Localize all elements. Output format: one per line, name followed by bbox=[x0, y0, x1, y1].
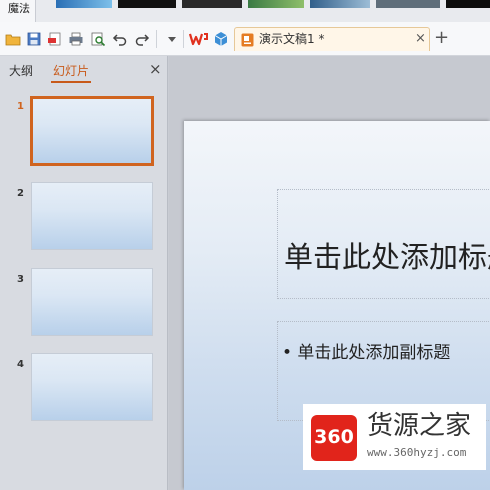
toolbar-separator bbox=[156, 30, 157, 48]
document-title: 演示文稿1 * bbox=[259, 32, 325, 46]
slide-number: 1 bbox=[17, 101, 24, 112]
document-tab[interactable]: 演示文稿1 * × bbox=[234, 27, 430, 51]
theme-thumbnail[interactable] bbox=[446, 0, 490, 8]
presentation-file-icon bbox=[241, 33, 254, 47]
save-icon[interactable] bbox=[24, 29, 44, 49]
slide-number: 3 bbox=[17, 274, 24, 285]
slide-panel: 大纲 幻灯片 × 1 2 3 4 bbox=[0, 56, 168, 490]
close-panel-icon[interactable]: × bbox=[149, 61, 162, 77]
slide-thumbnail[interactable] bbox=[31, 268, 153, 336]
undo-icon[interactable] bbox=[110, 29, 130, 49]
print-preview-icon[interactable] bbox=[88, 29, 108, 49]
new-tab-button[interactable]: + bbox=[434, 28, 449, 48]
cube-icon[interactable] bbox=[211, 29, 231, 49]
dropdown-icon[interactable] bbox=[162, 29, 182, 49]
site-watermark: 360 货源之家 www.360hyzj.com bbox=[303, 404, 486, 470]
theme-thumbnail[interactable] bbox=[182, 0, 242, 8]
slide-thumbnail[interactable] bbox=[30, 96, 154, 166]
export-pdf-icon[interactable] bbox=[45, 29, 65, 49]
ribbon-strip: 魔法 bbox=[0, 0, 490, 22]
theme-thumbnail[interactable] bbox=[56, 0, 112, 8]
subtitle-placeholder-text[interactable]: • 单击此处添加副标题 bbox=[282, 342, 450, 364]
theme-thumbnail[interactable] bbox=[118, 0, 176, 8]
watermark-url: www.360hyzj.com bbox=[367, 446, 467, 459]
title-placeholder-text[interactable]: 单击此处添加标题 bbox=[284, 239, 490, 275]
print-icon[interactable] bbox=[66, 29, 86, 49]
slide-thumbnail[interactable] bbox=[31, 353, 153, 421]
tab-slides[interactable]: 幻灯片 bbox=[53, 63, 89, 79]
theme-thumbnail[interactable] bbox=[310, 0, 370, 8]
logo-360-icon: 360 bbox=[311, 415, 357, 461]
panel-tabs: 大纲 幻灯片 × bbox=[0, 56, 168, 84]
watermark-site-name: 货源之家 bbox=[367, 411, 472, 441]
slide-thumbnail[interactable] bbox=[31, 182, 153, 250]
slide-number: 4 bbox=[17, 359, 24, 370]
toolbar-separator bbox=[183, 30, 184, 48]
theme-thumbnail[interactable] bbox=[248, 0, 304, 8]
wps-logo-icon[interactable] bbox=[187, 29, 211, 49]
close-document-icon[interactable]: × bbox=[415, 31, 426, 47]
open-folder-icon[interactable] bbox=[3, 29, 23, 49]
tab-outline[interactable]: 大纲 bbox=[9, 63, 33, 79]
slide-number: 2 bbox=[17, 188, 24, 199]
active-tab-indicator bbox=[51, 81, 91, 83]
ribbon-tab-magic[interactable]: 魔法 bbox=[0, 0, 36, 22]
theme-thumbnail[interactable] bbox=[376, 0, 440, 8]
redo-icon[interactable] bbox=[132, 29, 152, 49]
